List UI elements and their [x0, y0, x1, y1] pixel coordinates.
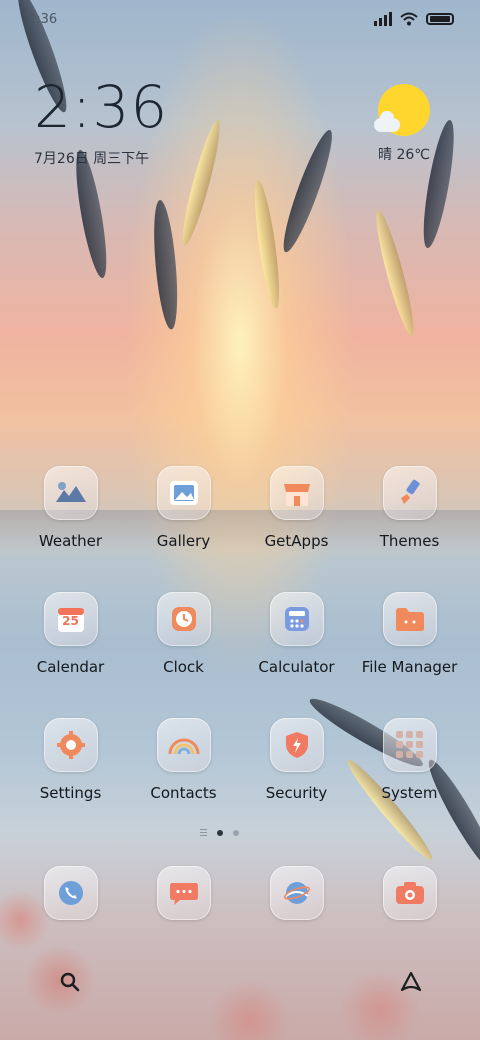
- app-label: Gallery: [156, 532, 211, 550]
- app-label: Calculator: [258, 658, 335, 676]
- dock-messages[interactable]: [127, 866, 240, 920]
- palm-leaf: [276, 126, 340, 256]
- camera-icon: [382, 866, 437, 920]
- app-label: GetApps: [264, 532, 329, 550]
- app-label: Weather: [38, 532, 103, 550]
- app-label: Clock: [163, 658, 204, 676]
- calculator-icon: [269, 592, 324, 646]
- shield-icon: [269, 718, 324, 772]
- app-security[interactable]: Security: [240, 718, 353, 844]
- menu-lines-icon: [200, 829, 207, 836]
- calendar-day: 25: [62, 614, 79, 628]
- battery-icon: [426, 13, 454, 25]
- app-label: System: [381, 784, 438, 802]
- search-icon[interactable]: [58, 970, 82, 994]
- app-label: Contacts: [150, 784, 217, 802]
- dock: [14, 866, 466, 920]
- app-gallery[interactable]: Gallery: [127, 466, 240, 592]
- chat-icon: [156, 866, 211, 920]
- app-grid: Weather Gallery GetApps Themes 25 Calend…: [14, 466, 466, 844]
- app-weather[interactable]: Weather: [14, 466, 127, 592]
- rainbow-icon: [156, 718, 211, 772]
- app-label: File Manager: [361, 658, 458, 676]
- phone-icon: [43, 866, 98, 920]
- weather-text: 晴 26℃: [378, 147, 430, 163]
- app-getapps[interactable]: GetApps: [240, 466, 353, 592]
- app-label: Calendar: [36, 658, 105, 676]
- app-calendar[interactable]: 25 Calendar: [14, 592, 127, 718]
- app-label: Security: [265, 784, 328, 802]
- app-system[interactable]: System: [353, 718, 466, 844]
- folder-grid-icon: [382, 718, 437, 772]
- app-contacts[interactable]: Contacts: [127, 718, 240, 844]
- app-label: Settings: [39, 784, 102, 802]
- palm-leaf: [176, 117, 226, 248]
- palm-leaf: [370, 207, 420, 338]
- app-calculator[interactable]: Calculator: [240, 592, 353, 718]
- clock-widget[interactable]: 2:36 7月26日 周三下午: [34, 78, 168, 168]
- app-file-manager[interactable]: File Manager: [353, 592, 466, 718]
- app-themes[interactable]: Themes: [353, 466, 466, 592]
- palm-leaf: [250, 178, 285, 310]
- calendar-icon: 25: [43, 592, 98, 646]
- dock-camera[interactable]: [353, 866, 466, 920]
- clock-time: 2:36: [34, 73, 169, 141]
- photo-icon: [156, 466, 211, 520]
- weather-widget[interactable]: 晴 26℃: [364, 84, 444, 164]
- globe-icon: [269, 866, 324, 920]
- alarm-clock-icon: [156, 592, 211, 646]
- status-time: 2:36: [28, 12, 58, 27]
- status-bar: 2:36: [0, 0, 480, 40]
- dock-browser[interactable]: [240, 866, 353, 920]
- assistant-icon[interactable]: [398, 970, 424, 994]
- paintbrush-icon: [382, 466, 437, 520]
- app-clock[interactable]: Clock: [127, 592, 240, 718]
- app-label: Themes: [379, 532, 440, 550]
- wifi-icon: [400, 12, 418, 26]
- palm-leaf: [150, 199, 182, 331]
- app-settings[interactable]: Settings: [14, 718, 127, 844]
- page-dot-active: [217, 829, 223, 836]
- weather-icon: [43, 466, 98, 520]
- dock-phone[interactable]: [14, 866, 127, 920]
- page-dot: [233, 829, 239, 836]
- sun-cloud-icon: [374, 84, 430, 136]
- page-indicator[interactable]: [200, 829, 239, 836]
- store-icon: [269, 466, 324, 520]
- status-icons: [374, 12, 454, 26]
- folder-icon: [382, 592, 437, 646]
- gear-icon: [43, 718, 98, 772]
- signal-icon: [374, 12, 392, 26]
- clock-date: 7月26日 周三下午: [34, 151, 150, 167]
- bottom-bar: [0, 962, 480, 1002]
